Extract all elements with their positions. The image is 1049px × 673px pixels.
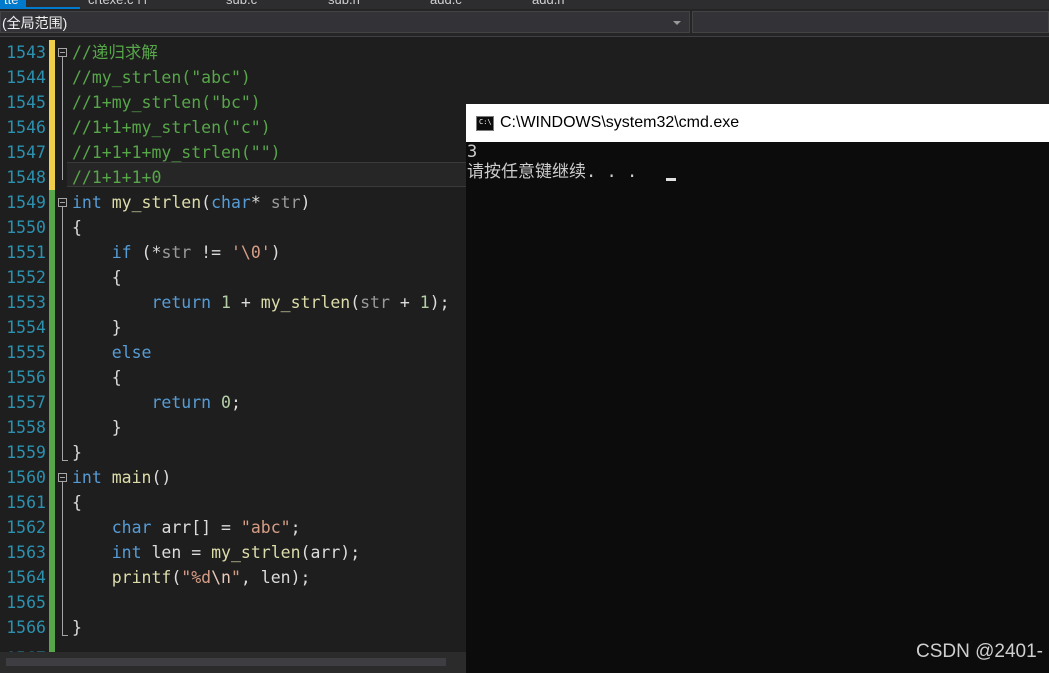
fold-collapse-icon[interactable] <box>58 198 67 207</box>
code-line: return 0; <box>151 393 241 412</box>
code-line: return 1 + my_strlen(str + 1); <box>151 293 450 312</box>
line-number: 1560 <box>6 468 46 487</box>
fold-guide <box>62 207 63 461</box>
line-number: 1551 <box>6 243 46 262</box>
code-line: //递归求解 <box>72 43 158 62</box>
line-number: 1553 <box>6 293 46 312</box>
unsaved-change-marker <box>49 40 55 190</box>
line-number: 1562 <box>6 518 46 537</box>
tab-add-c[interactable]: add.c <box>430 0 462 9</box>
navigation-bar: (全局范围) <box>0 9 1049 37</box>
code-line: int main() <box>72 468 172 487</box>
code-line: //1+1+1+my_strlen("") <box>72 143 281 162</box>
tab-add-h[interactable]: add.h <box>532 0 565 9</box>
code-line: int len = my_strlen(arr); <box>111 543 361 562</box>
fold-guide <box>62 482 63 636</box>
console-title: C:\WINDOWS\system32\cmd.exe <box>500 114 740 131</box>
member-dropdown[interactable] <box>692 11 1049 33</box>
code-line: else <box>111 343 152 362</box>
horizontal-scrollbar[interactable] <box>0 652 466 673</box>
code-line: if (*str != '\0') <box>111 243 281 262</box>
code-line: } <box>72 443 82 462</box>
line-number: 1546 <box>6 118 46 137</box>
console-titlebar[interactable]: C:\ C:\WINDOWS\system32\cmd.exe <box>466 104 1049 142</box>
code-line: { <box>111 268 122 287</box>
console-window[interactable]: C:\ C:\WINDOWS\system32\cmd.exe 3 请按任意键继… <box>466 104 1049 673</box>
console-output-line: 3 <box>467 142 478 162</box>
line-number: 1552 <box>6 268 46 287</box>
line-number: 1557 <box>6 393 46 412</box>
code-line: //1+1+1+0 <box>72 168 162 187</box>
code-line: int my_strlen(char* str) <box>72 193 311 212</box>
scope-label: (全局范围) <box>2 15 68 31</box>
code-line: printf("%d\n", len); <box>111 568 311 587</box>
console-output-line: 请按任意键继续. . . <box>467 162 648 182</box>
code-line: char arr[] = "abc"; <box>111 518 301 537</box>
line-number: 1545 <box>6 93 46 112</box>
fold-collapse-icon[interactable] <box>58 48 67 57</box>
scrollbar-thumb[interactable] <box>6 658 446 666</box>
line-number: 1550 <box>6 218 46 237</box>
fold-collapse-icon[interactable] <box>58 473 67 482</box>
line-number: 1556 <box>6 368 46 387</box>
saved-change-marker <box>49 190 55 652</box>
fold-guide-end <box>62 635 68 636</box>
line-number: 1559 <box>6 443 46 462</box>
file-tab-bar: tte crtexe.c ⊓ sub.c sub.h add.c add.h <box>0 0 1049 9</box>
line-number: 1561 <box>6 493 46 512</box>
fold-guide-end <box>62 460 68 461</box>
line-number: 1565 <box>6 593 46 612</box>
code-line: } <box>111 418 122 437</box>
line-number: 1554 <box>6 318 46 337</box>
fold-guide <box>62 57 63 180</box>
cmd-icon: C:\ <box>476 116 494 131</box>
tab-crtexe-c[interactable]: crtexe.c ⊓ <box>88 0 147 9</box>
code-line: { <box>72 218 82 237</box>
code-line: //1+my_strlen("bc") <box>72 93 261 112</box>
line-number: 1566 <box>6 618 46 637</box>
console-cursor <box>666 178 676 181</box>
code-line: { <box>111 368 122 387</box>
line-number: 1549 <box>6 193 46 212</box>
line-number: 1563 <box>6 543 46 562</box>
code-line: //my_strlen("abc") <box>72 68 251 87</box>
line-number: 1547 <box>6 143 46 162</box>
code-line: } <box>72 618 82 637</box>
line-number: 1543 <box>6 43 46 62</box>
line-number: 1555 <box>6 343 46 362</box>
code-line: //1+1+my_strlen("c") <box>72 118 271 137</box>
scope-dropdown[interactable]: (全局范围) <box>0 11 690 33</box>
chevron-down-icon <box>673 21 681 25</box>
line-number: 1548 <box>6 168 46 187</box>
line-number: 1558 <box>6 418 46 437</box>
tab-sub-h[interactable]: sub.h <box>328 0 360 9</box>
code-line: } <box>111 318 122 337</box>
code-line: { <box>72 493 82 512</box>
tab-sub-c[interactable]: sub.c <box>226 0 257 9</box>
line-number: 1564 <box>6 568 46 587</box>
line-number: 1544 <box>6 68 46 87</box>
watermark: CSDN @2401- <box>916 641 1043 662</box>
